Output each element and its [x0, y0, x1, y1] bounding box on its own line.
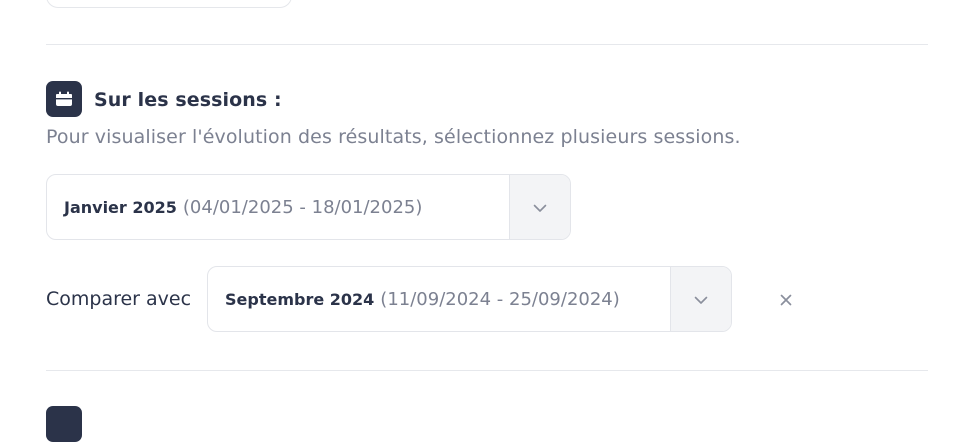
compare-label: Comparer avec: [46, 288, 192, 310]
chevron-down-icon: [533, 198, 547, 217]
session-select-value: Janvier 2025 (04/01/2025 - 18/01/2025): [47, 175, 509, 239]
section-divider: [46, 370, 928, 371]
calendar-icon: [46, 81, 82, 117]
session-name: Janvier 2025: [64, 197, 177, 217]
session-select-toggle[interactable]: [509, 175, 570, 239]
section-title: Sur les sessions :: [94, 89, 282, 111]
compare-session-name: Septembre 2024: [225, 289, 375, 309]
chevron-down-icon: [694, 290, 708, 309]
next-section-icon: [46, 406, 82, 442]
compare-select-toggle[interactable]: [670, 267, 731, 331]
session-select[interactable]: Janvier 2025 (04/01/2025 - 18/01/2025): [46, 174, 571, 240]
compare-select-value: Septembre 2024 (11/09/2024 - 25/09/2024): [208, 267, 670, 331]
compare-session-date-range: (11/09/2024 - 25/09/2024): [380, 288, 620, 310]
compare-session-select[interactable]: Septembre 2024 (11/09/2024 - 25/09/2024): [207, 266, 732, 332]
section-divider: [46, 44, 928, 45]
section-description: Pour visualiser l'évolution des résultat…: [46, 126, 741, 148]
remove-comparison-button[interactable]: [774, 288, 798, 312]
session-date-range: (04/01/2025 - 18/01/2025): [182, 196, 423, 218]
previous-section-input[interactable]: [46, 0, 292, 8]
close-icon: [780, 291, 792, 310]
